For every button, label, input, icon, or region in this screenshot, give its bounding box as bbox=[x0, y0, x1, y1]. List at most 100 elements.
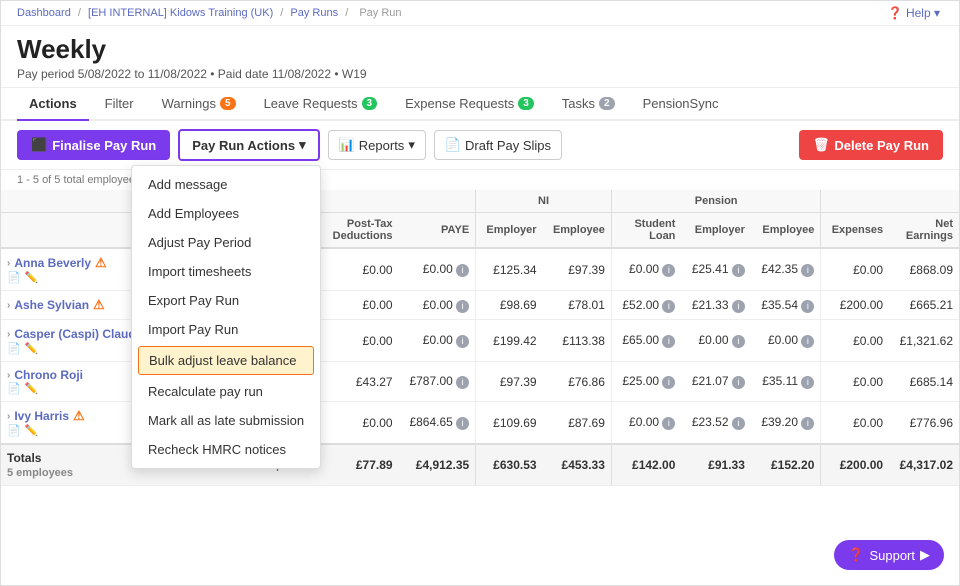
post-tax-cell: £0.00 bbox=[322, 320, 399, 362]
payrun-actions-button[interactable]: Pay Run Actions ▾ bbox=[178, 129, 319, 161]
dropdown-recalculate[interactable]: Recalculate pay run bbox=[132, 377, 320, 406]
doc-icon: 📄 bbox=[7, 424, 21, 437]
expand-icon[interactable]: › bbox=[7, 258, 10, 269]
delete-payrun-button[interactable]: 🗑 Delete Pay Run bbox=[799, 130, 943, 160]
paye-info-icon[interactable]: i bbox=[456, 335, 469, 348]
dropdown-mark-late[interactable]: Mark all as late submission bbox=[132, 406, 320, 435]
net-earnings-cell: £685.14 bbox=[889, 362, 959, 402]
tab-actions[interactable]: Actions bbox=[17, 88, 89, 121]
breadcrumb: Dashboard / [EH INTERNAL] Kidows Trainin… bbox=[1, 1, 959, 26]
paye-cell: £0.00 i bbox=[399, 320, 476, 362]
pee-info-icon[interactable]: i bbox=[801, 335, 814, 348]
breadcrumb-company[interactable]: [EH INTERNAL] Kidows Training (UK) bbox=[88, 7, 273, 19]
paye-cell: £787.00 i bbox=[399, 362, 476, 402]
leave-badge: 3 bbox=[362, 97, 378, 110]
pension-employer-cell: £21.07 i bbox=[681, 362, 750, 402]
tab-expense-requests[interactable]: Expense Requests 3 bbox=[393, 88, 546, 121]
reports-button[interactable]: 📊 Reports ▾ bbox=[328, 130, 426, 160]
student-loan-cell: £0.00 i bbox=[611, 248, 681, 291]
net-earnings-cell: £868.09 bbox=[889, 248, 959, 291]
ni-employee-cell: £113.38 bbox=[543, 320, 612, 362]
pe-info-icon[interactable]: i bbox=[732, 300, 745, 313]
dropdown-import-timesheets[interactable]: Import timesheets bbox=[132, 257, 320, 286]
edit-icon: ✏️ bbox=[25, 424, 39, 437]
sl-info-icon[interactable]: i bbox=[662, 264, 675, 277]
trash-icon: 🗑 bbox=[813, 137, 830, 153]
student-loan-cell: £52.00 i bbox=[611, 291, 681, 320]
dropdown-adjust-pay-period[interactable]: Adjust Pay Period bbox=[132, 228, 320, 257]
ni-employer-cell: £125.34 bbox=[476, 248, 543, 291]
paye-info-icon[interactable]: i bbox=[456, 376, 469, 389]
tab-filter[interactable]: Filter bbox=[93, 88, 146, 121]
expenses-cell: £0.00 bbox=[821, 248, 889, 291]
paye-info-icon[interactable]: i bbox=[456, 417, 469, 430]
help-button[interactable]: ❓ Help ▾ bbox=[888, 6, 940, 20]
tab-warnings[interactable]: Warnings 5 bbox=[150, 88, 248, 121]
pe-info-icon[interactable]: i bbox=[732, 376, 745, 389]
paye-cell: £0.00 i bbox=[399, 248, 476, 291]
lock-icon: ⬛ bbox=[31, 137, 47, 153]
page-header: Weekly Pay period 5/08/2022 to 11/08/202… bbox=[1, 26, 959, 88]
post-tax-cell: £0.00 bbox=[322, 402, 399, 445]
tab-pensionsync[interactable]: PensionSync bbox=[631, 88, 731, 121]
support-button[interactable]: ❓ Support ▶ bbox=[834, 540, 944, 570]
dropdown-bulk-adjust-leave[interactable]: Bulk adjust leave balance bbox=[138, 346, 314, 375]
chart-icon: 📊 bbox=[339, 137, 355, 153]
paye-info-icon[interactable]: i bbox=[456, 300, 469, 313]
warning-icon: ⚠ bbox=[95, 255, 107, 271]
totals-student-loan: £142.00 bbox=[611, 444, 681, 486]
sl-info-icon[interactable]: i bbox=[662, 376, 675, 389]
ni-employer-cell: £98.69 bbox=[476, 291, 543, 320]
expand-icon[interactable]: › bbox=[7, 411, 10, 422]
post-tax-cell: £0.00 bbox=[322, 248, 399, 291]
pe-info-icon[interactable]: i bbox=[732, 335, 745, 348]
dropdown-add-message[interactable]: Add message bbox=[132, 170, 320, 199]
pe-info-icon[interactable]: i bbox=[732, 417, 745, 430]
warning-icon: ⚠ bbox=[73, 408, 85, 424]
breadcrumb-dashboard[interactable]: Dashboard bbox=[17, 7, 71, 19]
finalize-payrun-button[interactable]: ⬛ Finalise Pay Run bbox=[17, 130, 170, 160]
post-tax-cell: £0.00 bbox=[322, 291, 399, 320]
totals-paye: £4,912.35 bbox=[399, 444, 476, 486]
dropdown-export-pay-run[interactable]: Export Pay Run bbox=[132, 286, 320, 315]
totals-ni-employer: £630.53 bbox=[476, 444, 543, 486]
breadcrumb-payruns[interactable]: Pay Runs bbox=[290, 7, 338, 19]
col-post-tax: Post-TaxDeductions bbox=[322, 213, 399, 249]
expense-badge: 3 bbox=[518, 97, 534, 110]
warning-icon: ⚠ bbox=[93, 297, 105, 313]
pee-info-icon[interactable]: i bbox=[801, 264, 814, 277]
expand-icon[interactable]: › bbox=[7, 370, 10, 381]
sl-info-icon[interactable]: i bbox=[662, 300, 675, 313]
sl-info-icon[interactable]: i bbox=[662, 417, 675, 430]
expenses-cell: £0.00 bbox=[821, 320, 889, 362]
dropdown-recheck-hmrc[interactable]: Recheck HMRC notices bbox=[132, 435, 320, 464]
expand-icon[interactable]: › bbox=[7, 300, 10, 311]
pee-info-icon[interactable]: i bbox=[801, 300, 814, 313]
pension-employer-cell: £21.33 i bbox=[681, 291, 750, 320]
pe-info-icon[interactable]: i bbox=[732, 264, 745, 277]
totals-pension-employee: £152.20 bbox=[751, 444, 821, 486]
pension-employee-cell: £35.11 i bbox=[751, 362, 821, 402]
draft-payslips-button[interactable]: 📄 Draft Pay Slips bbox=[434, 130, 562, 160]
sl-info-icon[interactable]: i bbox=[662, 335, 675, 348]
doc-icon: 📄 bbox=[445, 137, 461, 153]
pension-employer-cell: £25.41 i bbox=[681, 248, 750, 291]
pension-employer-cell: £0.00 i bbox=[681, 320, 750, 362]
col-ni-employee: Employee bbox=[543, 213, 612, 249]
paye-cell: £864.65 i bbox=[399, 402, 476, 445]
col-expenses: Expenses bbox=[821, 213, 889, 249]
col-student-loan: StudentLoan bbox=[611, 213, 681, 249]
tab-leave-requests[interactable]: Leave Requests 3 bbox=[252, 88, 390, 121]
pee-info-icon[interactable]: i bbox=[801, 417, 814, 430]
dropdown-import-pay-run[interactable]: Import Pay Run bbox=[132, 315, 320, 344]
ni-employee-cell: £97.39 bbox=[543, 248, 612, 291]
expand-icon[interactable]: › bbox=[7, 329, 10, 340]
paye-info-icon[interactable]: i bbox=[456, 264, 469, 277]
pee-info-icon[interactable]: i bbox=[801, 376, 814, 389]
page-subtitle: Pay period 5/08/2022 to 11/08/2022 • Pai… bbox=[17, 67, 943, 81]
paye-cell: £0.00 i bbox=[399, 291, 476, 320]
dropdown-add-employees[interactable]: Add Employees bbox=[132, 199, 320, 228]
net-earnings-cell: £1,321.62 bbox=[889, 320, 959, 362]
tab-tasks[interactable]: Tasks 2 bbox=[550, 88, 627, 121]
pension-employer-cell: £23.52 i bbox=[681, 402, 750, 445]
